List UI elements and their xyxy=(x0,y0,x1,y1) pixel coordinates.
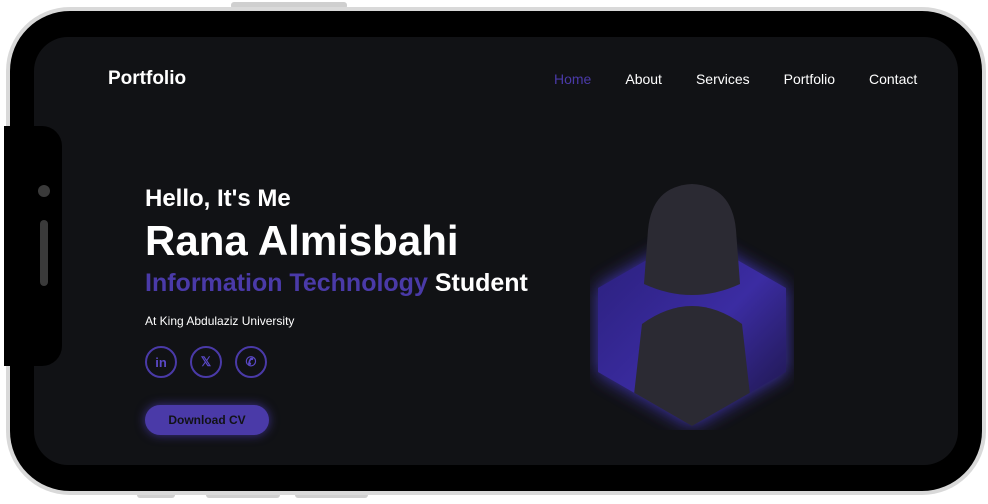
x-twitter-icon[interactable]: 𝕏 xyxy=(190,346,222,378)
linkedin-icon[interactable]: in xyxy=(145,346,177,378)
portfolio-page: Portfolio Home About Services Portfolio … xyxy=(34,37,958,465)
hero-role-accent: Information Technology xyxy=(145,269,428,297)
device-mockup: Portfolio Home About Services Portfolio … xyxy=(0,0,988,504)
nav-link-contact[interactable]: Contact xyxy=(869,71,917,87)
download-cv-button[interactable]: Download CV xyxy=(145,405,269,435)
phone-bezel: Portfolio Home About Services Portfolio … xyxy=(10,11,982,491)
hero-greeting: Hello, It's Me xyxy=(145,185,291,212)
site-logo[interactable]: Portfolio xyxy=(108,68,186,90)
nav-link-home[interactable]: Home xyxy=(554,71,591,87)
main-nav: Home About Services Portfolio Contact xyxy=(554,71,951,87)
camera-icon xyxy=(38,185,50,197)
phone-frame: Portfolio Home About Services Portfolio … xyxy=(4,7,986,495)
silhouette-shoulders xyxy=(630,306,754,426)
nav-link-portfolio[interactable]: Portfolio xyxy=(784,71,835,87)
profile-photo xyxy=(598,184,786,426)
hero-name: Rana Almisbahi xyxy=(145,217,459,264)
social-links: in 𝕏 ✆ xyxy=(145,346,280,378)
nav-link-services[interactable]: Services xyxy=(696,71,750,87)
hero-role-rest: Student xyxy=(434,269,528,297)
hero-subtitle: At King Abdulaziz University xyxy=(145,314,295,328)
phone-notch xyxy=(4,126,62,366)
hero-role: Information Technology Student xyxy=(145,269,528,298)
silhouette-head-top xyxy=(644,184,740,295)
nav-link-about[interactable]: About xyxy=(625,71,662,87)
whatsapp-icon[interactable]: ✆ xyxy=(235,346,267,378)
speaker-icon xyxy=(40,220,48,286)
